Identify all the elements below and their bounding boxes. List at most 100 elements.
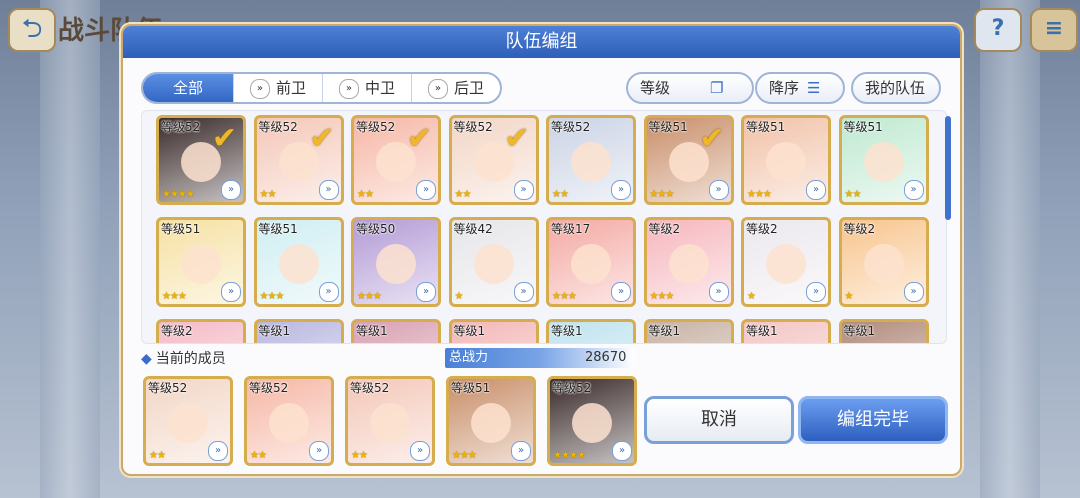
descending-icon: ☰ bbox=[807, 79, 821, 97]
team-card[interactable]: 等级52 ★★ » bbox=[244, 376, 334, 466]
back-arrow-icon: ⮌ bbox=[21, 14, 43, 44]
roster-card[interactable]: 等级1» bbox=[546, 319, 636, 343]
level-label: 等级52 bbox=[249, 381, 289, 395]
roster-card[interactable]: 等级17 ★★★ » bbox=[546, 217, 636, 307]
star-rating: ★★★ bbox=[162, 291, 187, 302]
star-rating: ★★★★ bbox=[162, 189, 195, 200]
position-chevron-icon: » bbox=[903, 282, 924, 302]
level-label: 等级17 bbox=[551, 222, 591, 236]
question-icon: ? bbox=[991, 16, 1005, 41]
level-label: 等级52 bbox=[350, 381, 390, 395]
star-rating: ★★ bbox=[844, 189, 862, 200]
character-portrait bbox=[376, 244, 416, 284]
character-portrait bbox=[571, 244, 611, 284]
character-portrait bbox=[571, 142, 611, 182]
roster-card[interactable]: 等级51 ★★ » bbox=[838, 115, 929, 205]
star-rating: ★★★ bbox=[357, 291, 382, 302]
order-button[interactable]: 降序 ☰ bbox=[755, 72, 845, 104]
roster-card[interactable]: 等级1» bbox=[448, 319, 539, 343]
roster-card[interactable]: 等级2 ★ » bbox=[838, 217, 929, 307]
roster-card[interactable]: 等级52 ★★ » bbox=[546, 115, 636, 205]
star-rating: ★★★ bbox=[649, 189, 675, 200]
character-portrait bbox=[269, 403, 309, 443]
star-rating: ★★ bbox=[454, 189, 472, 200]
level-label: 等级1 bbox=[648, 324, 681, 338]
cancel-button[interactable]: 取消 bbox=[644, 396, 794, 444]
character-portrait bbox=[668, 244, 709, 284]
current-members-label: ◆ 当前的成员 bbox=[141, 348, 226, 368]
menu-icon: ≡ bbox=[1044, 16, 1064, 41]
back-button[interactable]: ⮌ bbox=[8, 8, 56, 52]
position-chevron-icon: » bbox=[511, 441, 531, 461]
roster-card[interactable]: 等级42 ★ » bbox=[448, 217, 539, 307]
position-chevron-icon: » bbox=[416, 282, 436, 302]
position-chevron-icon: » bbox=[612, 441, 632, 461]
sort-level-button[interactable]: 等级 ❐ bbox=[626, 72, 754, 104]
tab-front[interactable]: » 前卫 bbox=[233, 74, 322, 102]
roster-card[interactable]: 等级1» bbox=[838, 319, 929, 343]
star-rating: ★★ bbox=[357, 189, 374, 200]
character-grid[interactable]: 等级52 ★★★★» ✔ 等级52 ★★» ✔ 等级52 ★★» ✔ 等级52 ★★» ✔ 等级52 ★★… bbox=[141, 110, 947, 344]
level-label: 等级52 bbox=[148, 381, 188, 395]
character-portrait bbox=[863, 142, 904, 182]
star-rating: ★★ bbox=[149, 450, 166, 461]
team-card[interactable]: 等级52 ★★ » bbox=[143, 376, 233, 466]
position-chevron-icon: » bbox=[309, 441, 329, 461]
level-label: 等级52 bbox=[453, 120, 493, 134]
total-power-label: 总战力 bbox=[449, 350, 489, 365]
level-label: 等级51 bbox=[843, 120, 883, 134]
roster-card[interactable]: 等级1» bbox=[643, 319, 734, 343]
roster-card[interactable]: 等级2 ★ » bbox=[741, 217, 831, 307]
roster-card[interactable]: 等级52 ★★ » ✔ bbox=[448, 115, 539, 205]
tab-back-label: 后卫 bbox=[453, 79, 484, 97]
my-team-button[interactable]: 我的队伍 bbox=[851, 72, 941, 104]
character-portrait bbox=[370, 403, 410, 443]
selected-check-icon: ✔ bbox=[504, 121, 530, 156]
roster-card[interactable]: 等级1» bbox=[253, 319, 344, 343]
team-card[interactable]: 等级52 ★★★★ » bbox=[547, 376, 637, 466]
help-button[interactable]: ? bbox=[974, 8, 1022, 52]
level-label: 等级51 bbox=[648, 120, 688, 134]
roster-card[interactable]: 等级50 ★★★ » bbox=[351, 217, 441, 307]
menu-button[interactable]: ≡ bbox=[1030, 8, 1078, 52]
roster-card[interactable]: 等级52 ★★★★ » ✔ bbox=[156, 115, 246, 205]
level-label: 等级52 bbox=[258, 120, 298, 134]
level-label: 等级2 bbox=[648, 222, 681, 236]
chevron-icon: » bbox=[338, 78, 359, 99]
roster-card[interactable]: 等级52 ★★ » ✔ bbox=[253, 115, 344, 205]
tab-front-label: 前卫 bbox=[275, 79, 306, 97]
level-label: 等级2 bbox=[161, 324, 193, 338]
level-label: 等级52 bbox=[551, 120, 591, 134]
roster-card[interactable]: 等级1» bbox=[741, 319, 831, 343]
position-chevron-icon: » bbox=[708, 282, 729, 302]
position-filter-tabs: 全部 » 前卫 » 中卫 » 后卫 bbox=[141, 72, 502, 104]
roster-card[interactable]: 等级2 ★★★ » bbox=[643, 217, 734, 307]
character-portrait bbox=[863, 244, 904, 284]
level-label: 等级1 bbox=[453, 324, 486, 338]
roster-card[interactable]: 等级51 ★★★ » bbox=[156, 217, 246, 307]
my-team-label: 我的队伍 bbox=[865, 79, 926, 97]
sort-label: 等级 bbox=[640, 79, 671, 97]
position-chevron-icon: » bbox=[318, 282, 339, 302]
roster-card[interactable]: 等级51 ★★★ » ✔ bbox=[643, 115, 734, 205]
grid-scrollbar[interactable] bbox=[945, 116, 951, 220]
confirm-team-button[interactable]: 编组完毕 bbox=[798, 396, 948, 444]
level-label: 等级51 bbox=[746, 120, 786, 134]
current-members-text: 当前的成员 bbox=[155, 351, 226, 367]
star-rating: ★★ bbox=[351, 450, 368, 461]
tab-all[interactable]: 全部 bbox=[143, 74, 233, 102]
roster-card[interactable]: 等级51 ★★★ » bbox=[253, 217, 344, 307]
roster-card[interactable]: 等级1» bbox=[351, 319, 441, 343]
tab-middle[interactable]: » 中卫 bbox=[322, 74, 411, 102]
team-card[interactable]: 等级51 ★★★ » bbox=[446, 376, 536, 466]
position-chevron-icon: » bbox=[708, 180, 729, 200]
position-chevron-icon: » bbox=[513, 180, 534, 200]
diamond-icon: ◆ bbox=[141, 351, 152, 367]
star-rating: ★★★ bbox=[747, 189, 772, 200]
roster-card[interactable]: 等级52 ★★ » ✔ bbox=[351, 115, 441, 205]
roster-card[interactable]: 等级51 ★★★ » bbox=[741, 115, 831, 205]
sort-toggle-icon: ❐ bbox=[710, 79, 724, 97]
roster-card[interactable]: 等级2» bbox=[156, 319, 246, 343]
tab-back[interactable]: » 后卫 bbox=[411, 74, 500, 102]
team-card[interactable]: 等级52 ★★ » bbox=[345, 376, 435, 466]
